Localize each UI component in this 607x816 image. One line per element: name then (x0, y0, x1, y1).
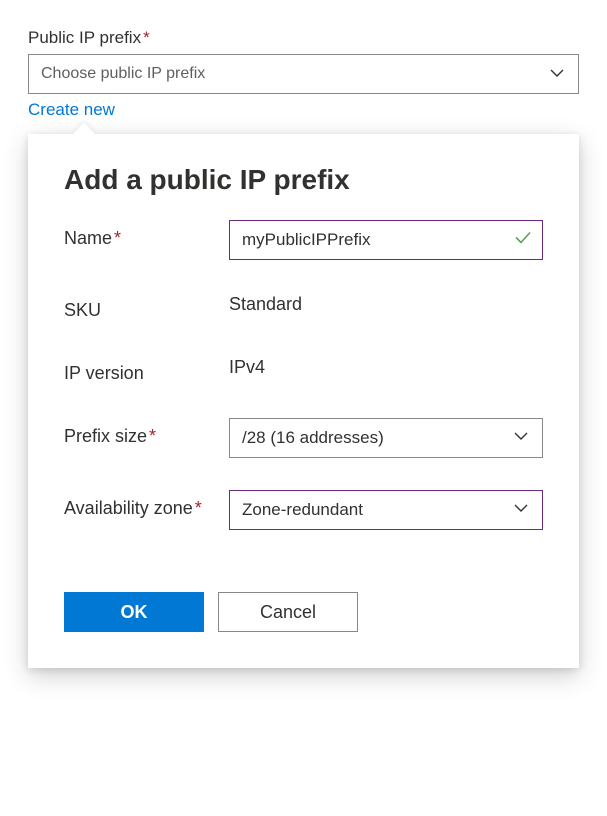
ok-button[interactable]: OK (64, 592, 204, 632)
availability-zone-select[interactable]: Zone-redundant (229, 490, 543, 530)
prefix-size-label: Prefix size* (64, 418, 229, 449)
public-ip-prefix-dropdown[interactable]: Choose public IP prefix (28, 54, 579, 94)
prefix-size-select[interactable]: /28 (16 addresses) (229, 418, 543, 458)
popover-title: Add a public IP prefix (64, 164, 543, 196)
availability-zone-label: Availability zone* (64, 490, 229, 521)
chevron-down-icon (548, 64, 566, 85)
create-new-link[interactable]: Create new (28, 100, 115, 120)
dropdown-placeholder: Choose public IP prefix (41, 65, 548, 83)
required-asterisk: * (143, 28, 150, 47)
ip-version-label: IP version (64, 355, 229, 386)
checkmark-icon (513, 228, 533, 253)
chevron-down-icon (512, 427, 530, 450)
sku-value: Standard (229, 292, 543, 315)
cancel-button[interactable]: Cancel (218, 592, 358, 632)
name-input[interactable] (229, 220, 543, 260)
ip-version-value: IPv4 (229, 355, 543, 378)
sku-label: SKU (64, 292, 229, 323)
chevron-down-icon (512, 499, 530, 522)
public-ip-prefix-label: Public IP prefix* (28, 28, 579, 48)
name-label: Name* (64, 220, 229, 251)
add-public-ip-prefix-popover: Add a public IP prefix Name* SKU Standar… (28, 134, 579, 668)
